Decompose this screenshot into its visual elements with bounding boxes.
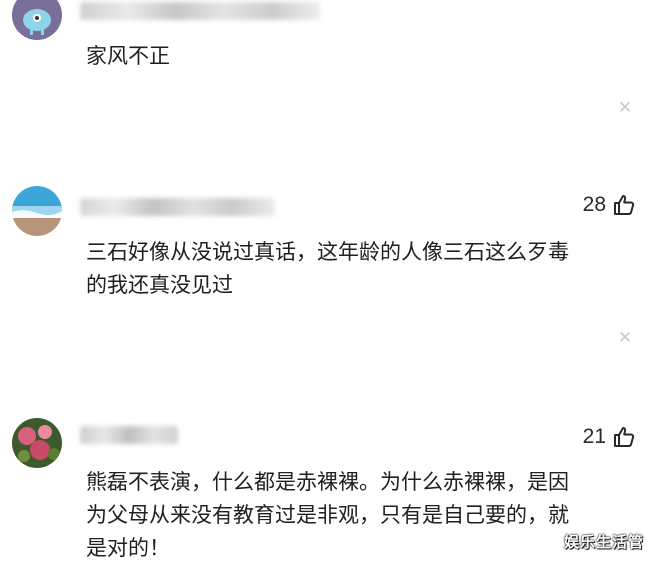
like-count: 21 [582, 425, 606, 448]
username-blurred[interactable] [80, 198, 275, 216]
comment-list: 家风不正 ✕ 28 三石好像从没说过真话，这年龄的人像三石这么歹毒 的我还真没见… [0, 0, 654, 564]
username-blurred[interactable] [80, 426, 178, 444]
comment-item: 家风不正 ✕ [0, 0, 654, 140]
thumbs-up-icon [614, 427, 635, 447]
cartoon-alien-avatar-icon [12, 0, 62, 40]
thumbs-up-icon [614, 195, 635, 215]
like-button[interactable]: 21 [583, 422, 636, 452]
close-icon[interactable]: ✕ [617, 100, 633, 117]
watermark: 娱乐生活管 [563, 533, 644, 551]
flowers-avatar-icon [12, 418, 62, 468]
avatar[interactable] [12, 0, 62, 40]
like-count: 28 [582, 193, 606, 216]
avatar[interactable] [12, 418, 62, 468]
comment-item: 21 熊磊不表演，什么都是赤裸裸。为什么赤裸裸，是因 为父母从来没有教育过是非观… [0, 410, 654, 564]
close-icon[interactable]: ✕ [617, 330, 633, 347]
comment-item: 28 三石好像从没说过真话，这年龄的人像三石这么歹毒 的我还真没见过 ✕ [0, 180, 654, 370]
comment-text: 熊磊不表演，什么都是赤裸裸。为什么赤裸裸，是因 为父母从来没有教育过是非观，只有… [86, 470, 569, 560]
comment-text: 家风不正 [86, 44, 170, 68]
username-blurred[interactable] [80, 2, 320, 20]
avatar[interactable] [12, 186, 62, 236]
sea-wave-avatar-icon [12, 186, 62, 236]
comment-text: 三石好像从没说过真话，这年龄的人像三石这么歹毒 的我还真没见过 [86, 240, 569, 297]
like-button[interactable]: 28 [583, 190, 636, 220]
